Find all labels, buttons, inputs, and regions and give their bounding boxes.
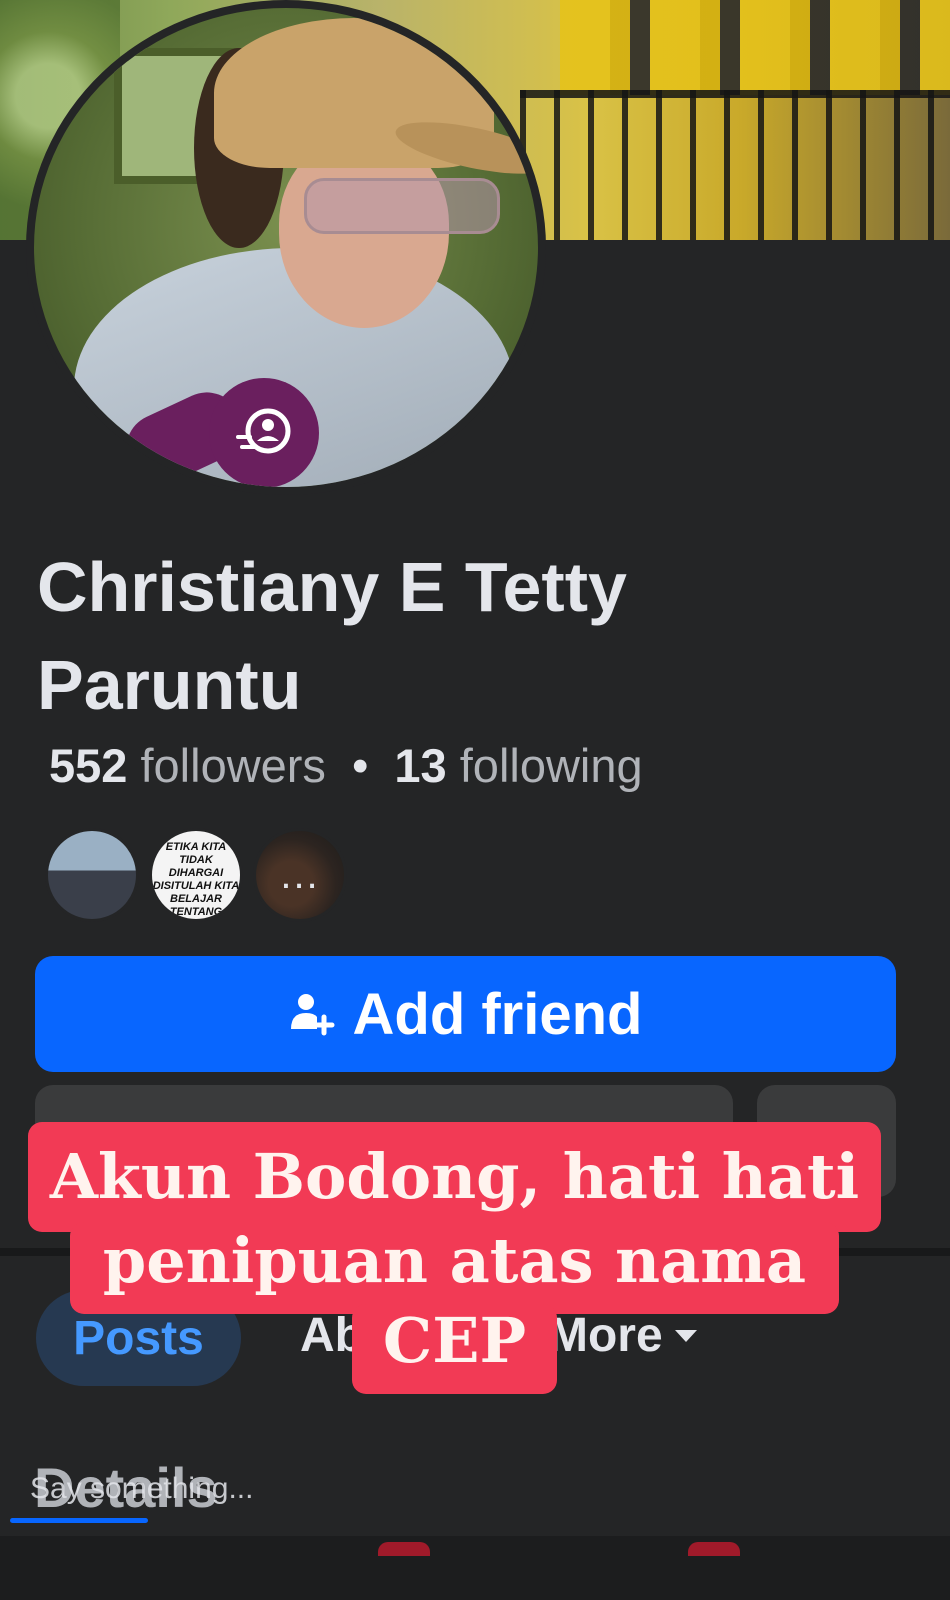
followers-count: 552 (49, 739, 128, 792)
followers-label: followers (140, 739, 326, 792)
friend-thumbnail[interactable] (45, 828, 139, 922)
composer-placeholder[interactable]: Say something... (30, 1472, 253, 1506)
caret-down-icon (674, 1329, 697, 1342)
tab-posts-label: Posts (73, 1311, 204, 1365)
profile-frame-badge-icon (209, 378, 319, 487)
add-person-icon (290, 994, 334, 1036)
reaction-icon (688, 1542, 740, 1556)
reaction-icon (378, 1542, 430, 1556)
following-label: following (459, 739, 643, 792)
section-divider (0, 1248, 950, 1256)
tab-about-label: Ab (300, 1309, 364, 1362)
bottom-strip (0, 1536, 950, 1600)
friend-thumbnail[interactable]: ETIKA KITA TIDAK DIHARGAI DISITULAH KITA… (149, 828, 243, 922)
profile-name: Christiany E Tetty Paruntu (37, 548, 627, 724)
details-underline (10, 1518, 148, 1523)
tab-more[interactable]: More (548, 1308, 699, 1363)
following-count: 13 (394, 739, 447, 792)
profile-picture[interactable] (26, 0, 546, 495)
tab-more-label: More (548, 1309, 663, 1362)
tab-posts[interactable]: Posts (36, 1290, 241, 1386)
cover-people (560, 0, 950, 95)
add-friend-button[interactable]: Add friend (35, 956, 896, 1072)
friend-thumbnail-text: ETIKA KITA TIDAK DIHARGAI DISITULAH KITA… (152, 841, 240, 918)
cover-railing (520, 90, 950, 240)
following-link[interactable]: 13 following (394, 739, 642, 792)
followers-link[interactable]: 552 followers (49, 739, 326, 792)
message-button[interactable] (35, 1085, 733, 1197)
follow-stats: 552 followers • 13 following (49, 736, 643, 796)
stats-separator: • (351, 739, 369, 792)
more-options-button[interactable] (757, 1085, 896, 1197)
add-friend-label: Add friend (352, 981, 643, 1047)
tab-about[interactable]: Ab (300, 1308, 364, 1363)
more-friends-thumbnail[interactable]: ... (253, 828, 347, 922)
avatar-glasses (304, 178, 500, 234)
more-dots-icon: ... (280, 853, 320, 897)
profile-tabs: Posts Ab More (0, 1290, 950, 1386)
